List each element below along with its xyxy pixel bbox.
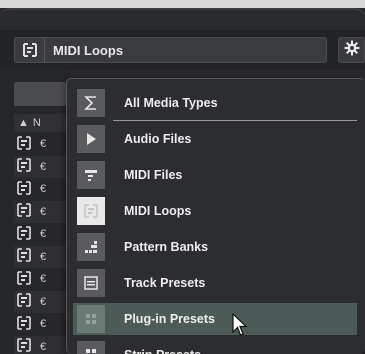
list-item[interactable]: €	[14, 178, 70, 200]
midi-loop-icon	[16, 315, 32, 333]
audio-file-icon	[77, 125, 105, 153]
list-item[interactable]: €	[14, 245, 70, 268]
midi-loop-icon	[16, 270, 32, 288]
plugin-preset-icon	[77, 305, 105, 333]
midi-loop-icon	[16, 248, 32, 265]
midi-loop-icon	[16, 225, 32, 243]
list-item-label: €	[40, 205, 47, 218]
media-type-dropdown[interactable]: MIDI Loops	[14, 37, 327, 63]
list-item[interactable]: €	[14, 133, 70, 155]
list-item-label: €	[40, 228, 47, 240]
settings-button[interactable]	[338, 37, 365, 63]
track-preset-icon	[77, 269, 105, 297]
menu-item-label: All Media Types	[124, 96, 218, 110]
midi-loop-icon	[16, 293, 32, 310]
menu-item-label: Plug-in Presets	[124, 312, 215, 326]
sort-ascending-icon: ▲	[18, 117, 29, 129]
menu-separator	[113, 120, 357, 121]
window-frame	[0, 0, 365, 8]
menu-item-pattern-banks[interactable]: Pattern Banks	[73, 231, 357, 263]
midi-loop-icon	[16, 203, 32, 220]
menu-item-midi-files[interactable]: MIDI Files	[73, 159, 357, 191]
menu-item-audio-files[interactable]: Audio Files	[73, 123, 357, 155]
menu-item-label: MIDI Loops	[124, 204, 192, 218]
list-item[interactable]: €	[14, 290, 70, 313]
midi-loop-icon	[16, 338, 32, 354]
menu-item-all-media-types[interactable]: All Media Types	[73, 87, 357, 119]
list-item[interactable]: €	[14, 155, 70, 178]
menu-item-plug-in-presets[interactable]: Plug-in Presets	[73, 303, 357, 335]
list-item[interactable]: €	[14, 268, 70, 290]
column-header-name[interactable]: ▲ N	[14, 114, 70, 132]
list-item[interactable]: €	[14, 335, 70, 354]
list-item[interactable]: €	[14, 223, 70, 245]
sigma-icon	[77, 89, 105, 117]
menu-item-label: Pattern Banks	[124, 240, 209, 254]
midi-loop-icon	[77, 197, 105, 225]
midi-loop-icon	[16, 135, 32, 153]
list-item-label: €	[40, 160, 47, 173]
list-item[interactable]: €	[14, 313, 70, 335]
midi-loop-icon	[15, 38, 45, 62]
menu-item-strip-presets[interactable]: Strip Presets	[73, 339, 357, 354]
media-type-label: MIDI Loops	[53, 42, 124, 58]
pattern-bank-icon	[77, 233, 105, 261]
strip-preset-icon	[77, 341, 105, 354]
list-item-label: €	[40, 273, 47, 285]
midi-loop-icon	[16, 180, 32, 198]
mouse-pointer-icon	[232, 312, 248, 342]
list-item-label: €	[40, 318, 47, 330]
midi-file-icon	[77, 161, 105, 189]
list-item-label: €	[40, 340, 47, 353]
menu-item-track-presets[interactable]: Track Presets	[73, 267, 357, 299]
menu-item-label: Audio Files	[124, 132, 192, 146]
list-item-label: €	[40, 183, 47, 195]
list-item-label: €	[40, 295, 47, 308]
filter-box[interactable]	[14, 82, 66, 106]
gear-icon	[344, 40, 360, 61]
menu-item-label: MIDI Files	[124, 168, 183, 182]
midi-loop-icon	[16, 158, 32, 175]
menu-item-label: Strip Presets	[124, 348, 201, 354]
list-item-label: €	[40, 138, 47, 150]
list-item[interactable]: €	[14, 200, 70, 223]
list-item-label: €	[40, 250, 47, 263]
menu-item-label: Track Presets	[124, 276, 206, 290]
column-header-label: N	[32, 117, 41, 129]
menu-item-midi-loops[interactable]: MIDI Loops	[73, 195, 357, 227]
media-type-menu: All Media Types Audio Files MIDI Files MIDI…	[66, 78, 365, 354]
